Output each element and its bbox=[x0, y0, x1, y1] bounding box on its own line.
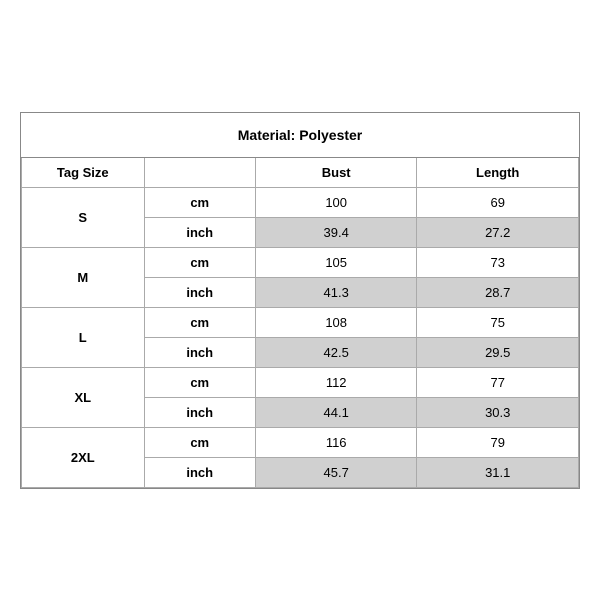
unit-header bbox=[144, 158, 255, 188]
length-value-cm: 77 bbox=[417, 367, 579, 397]
unit-cell-cm: cm bbox=[144, 187, 255, 217]
table-row: Mcm10573 bbox=[22, 247, 579, 277]
unit-cell-inch: inch bbox=[144, 397, 255, 427]
tag-size-cell: S bbox=[22, 187, 145, 247]
length-value-inch: 29.5 bbox=[417, 337, 579, 367]
length-value-cm: 73 bbox=[417, 247, 579, 277]
bust-value-inch: 45.7 bbox=[255, 457, 417, 487]
chart-title: Material: Polyester bbox=[21, 113, 579, 158]
unit-cell-inch: inch bbox=[144, 457, 255, 487]
size-chart-container: Material: Polyester Tag Size Bust Length… bbox=[20, 112, 580, 489]
unit-cell-cm: cm bbox=[144, 367, 255, 397]
bust-value-cm: 116 bbox=[255, 427, 417, 457]
bust-value-inch: 42.5 bbox=[255, 337, 417, 367]
unit-cell-inch: inch bbox=[144, 277, 255, 307]
length-value-cm: 75 bbox=[417, 307, 579, 337]
table-row: Scm10069 bbox=[22, 187, 579, 217]
length-value-inch: 31.1 bbox=[417, 457, 579, 487]
bust-value-cm: 112 bbox=[255, 367, 417, 397]
tag-size-cell: 2XL bbox=[22, 427, 145, 487]
length-value-inch: 27.2 bbox=[417, 217, 579, 247]
bust-value-cm: 105 bbox=[255, 247, 417, 277]
length-value-inch: 30.3 bbox=[417, 397, 579, 427]
length-value-cm: 69 bbox=[417, 187, 579, 217]
unit-cell-cm: cm bbox=[144, 427, 255, 457]
table-header-row: Tag Size Bust Length bbox=[22, 158, 579, 188]
unit-cell-cm: cm bbox=[144, 307, 255, 337]
unit-cell-inch: inch bbox=[144, 337, 255, 367]
table-row: XLcm11277 bbox=[22, 367, 579, 397]
bust-value-inch: 44.1 bbox=[255, 397, 417, 427]
bust-value-inch: 41.3 bbox=[255, 277, 417, 307]
bust-value-cm: 100 bbox=[255, 187, 417, 217]
bust-value-inch: 39.4 bbox=[255, 217, 417, 247]
table-row: 2XLcm11679 bbox=[22, 427, 579, 457]
unit-cell-cm: cm bbox=[144, 247, 255, 277]
bust-header: Bust bbox=[255, 158, 417, 188]
length-value-cm: 79 bbox=[417, 427, 579, 457]
tag-size-cell: XL bbox=[22, 367, 145, 427]
tag-size-cell: L bbox=[22, 307, 145, 367]
unit-cell-inch: inch bbox=[144, 217, 255, 247]
length-value-inch: 28.7 bbox=[417, 277, 579, 307]
size-table: Tag Size Bust Length Scm10069inch39.427.… bbox=[21, 158, 579, 488]
length-header: Length bbox=[417, 158, 579, 188]
bust-value-cm: 108 bbox=[255, 307, 417, 337]
tag-size-cell: M bbox=[22, 247, 145, 307]
table-row: Lcm10875 bbox=[22, 307, 579, 337]
tag-size-header: Tag Size bbox=[22, 158, 145, 188]
